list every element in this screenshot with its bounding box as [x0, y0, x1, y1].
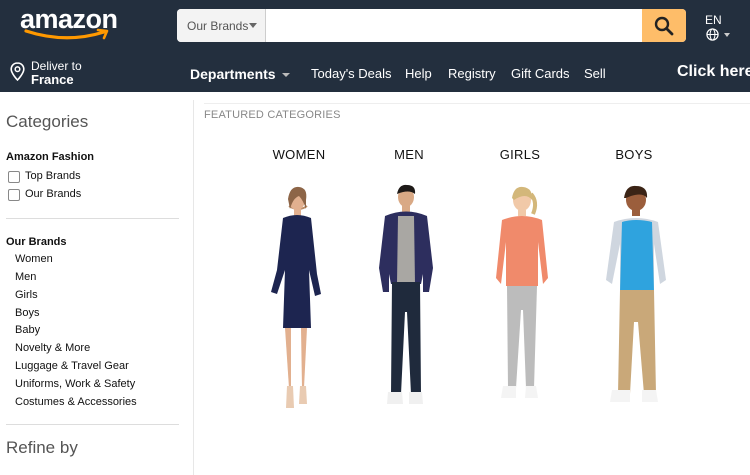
amazon-logo[interactable]: amazon — [20, 4, 120, 44]
search-input[interactable] — [267, 9, 641, 42]
deliver-to-label: Deliver to — [31, 59, 82, 73]
logo-smile-icon — [24, 28, 109, 40]
chevron-down-icon — [724, 33, 730, 37]
sidebar-link-costumes[interactable]: Costumes & Accessories — [15, 396, 137, 408]
sidebar-divider — [6, 218, 179, 219]
sidebar-link-luggage[interactable]: Luggage & Travel Gear — [15, 360, 129, 372]
search-bar: Our Brands — [177, 9, 686, 42]
departments-menu[interactable]: Departments — [190, 66, 290, 82]
category-men[interactable]: MEN — [359, 140, 459, 440]
search-scope-label: Our Brands — [187, 19, 249, 33]
deliver-country: France — [31, 72, 74, 87]
globe-icon — [706, 28, 719, 41]
checkbox[interactable] — [8, 189, 20, 201]
sidebar-link-baby[interactable]: Baby — [15, 324, 40, 336]
nav-gift-cards[interactable]: Gift Cards — [511, 66, 570, 81]
chevron-down-icon — [249, 23, 257, 28]
sidebar-link-girls[interactable]: Girls — [15, 289, 38, 301]
filter-label: Top Brands — [25, 170, 81, 182]
promo-click-here-link[interactable]: Click here — [677, 63, 750, 81]
women-model-image — [271, 186, 321, 408]
category-women[interactable]: WOMEN — [249, 140, 349, 440]
sidebar-link-uniforms[interactable]: Uniforms, Work & Safety — [15, 378, 135, 390]
column-divider — [193, 100, 194, 475]
section-rule — [204, 103, 750, 104]
nav-help[interactable]: Help — [405, 66, 432, 81]
sidebar-title: Categories — [6, 112, 89, 131]
language-selector[interactable]: EN — [703, 11, 743, 43]
category-boys[interactable]: BOYS — [584, 140, 684, 440]
amazon-fashion-heading: Amazon Fashion — [6, 151, 95, 163]
nav-bar: Deliver to France Departments Today's De… — [0, 52, 750, 92]
sidebar-link-boys[interactable]: Boys — [15, 307, 39, 319]
sidebar-link-men[interactable]: Men — [15, 271, 36, 283]
category-label: GIRLS — [499, 147, 541, 162]
sidebar-link-novelty[interactable]: Novelty & More — [15, 342, 90, 354]
location-pin-icon — [10, 62, 25, 81]
boys-model-image — [606, 185, 666, 402]
filter-label: Our Brands — [25, 188, 82, 200]
nav-registry[interactable]: Registry — [448, 66, 496, 81]
our-brands-heading: Our Brands — [6, 236, 67, 248]
category-label: MEN — [394, 147, 424, 162]
refine-by-title: Refine by — [6, 438, 78, 457]
category-label: WOMEN — [272, 147, 326, 162]
sidebar-link-women[interactable]: Women — [15, 253, 53, 265]
top-header: amazon Our Brands EN — [0, 0, 750, 52]
search-button[interactable] — [642, 9, 686, 42]
men-model-image — [379, 184, 433, 404]
departments-label: Departments — [190, 66, 276, 82]
checkbox[interactable] — [8, 171, 20, 183]
language-code: EN — [705, 13, 722, 27]
category-label: BOYS — [615, 147, 653, 162]
search-scope-dropdown[interactable]: Our Brands — [177, 9, 266, 42]
girls-model-image — [496, 186, 548, 398]
featured-categories-heading: FEATURED CATEGORIES — [204, 109, 341, 121]
chevron-down-icon — [281, 73, 290, 78]
category-girls[interactable]: GIRLS — [470, 140, 570, 440]
nav-todays-deals[interactable]: Today's Deals — [311, 66, 392, 81]
search-icon — [654, 16, 674, 36]
sidebar-divider — [6, 424, 179, 425]
nav-sell[interactable]: Sell — [584, 66, 606, 81]
